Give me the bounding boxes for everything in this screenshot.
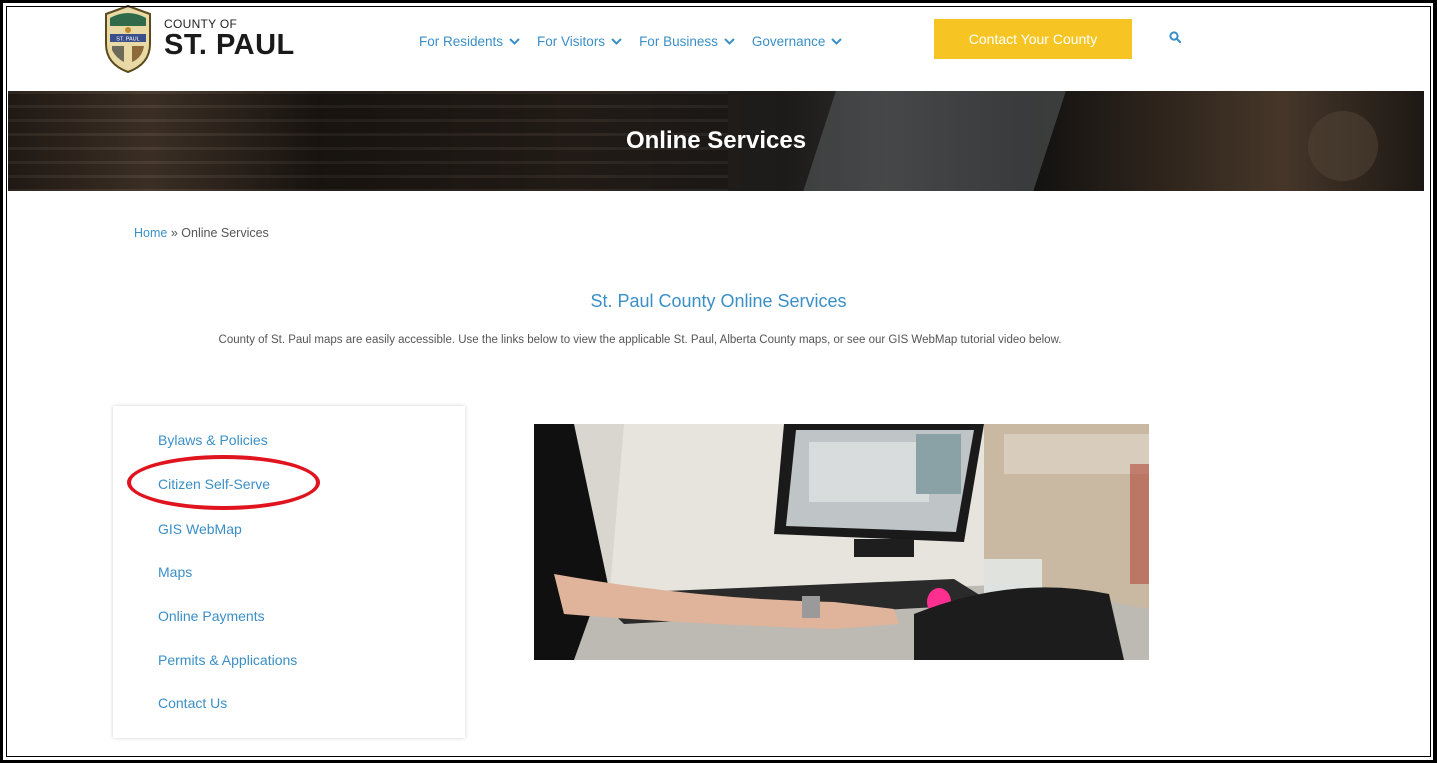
county-logo[interactable]: ST. PAUL COUNTY OF ST. PAUL [102, 3, 322, 75]
nav-label: For Business [639, 33, 718, 49]
nav-label: Governance [751, 33, 826, 49]
services-sidebar: Bylaws & Policies Citizen Self-Serve GIS… [113, 406, 465, 738]
breadcrumb-separator: » [170, 226, 178, 240]
breadcrumb-home-link[interactable]: Home [134, 226, 167, 240]
search-icon[interactable] [1169, 31, 1181, 43]
sidebar-link-bylaws-policies[interactable]: Bylaws & Policies [158, 432, 268, 448]
county-seal-icon: ST. PAUL [105, 4, 151, 74]
contact-your-county-button[interactable]: Contact Your County [934, 19, 1132, 59]
nav-for-business[interactable]: For Business [639, 34, 735, 49]
nav-label: For Visitors [537, 33, 606, 49]
logo-st-paul: ST. PAUL [164, 29, 295, 61]
chevron-down-icon [724, 37, 735, 45]
chevron-down-icon [831, 37, 843, 45]
breadcrumb-current: Online Services [181, 226, 269, 240]
site-header: ST. PAUL COUNTY OF ST. PAUL For Resident… [8, 3, 1424, 91]
office-photo-illustration [534, 424, 1149, 660]
sidebar-link-online-payments[interactable]: Online Payments [158, 608, 265, 624]
sidebar-link-maps[interactable]: Maps [158, 564, 192, 580]
nav-governance[interactable]: Governance [752, 34, 843, 49]
hero-banner: Online Services [8, 91, 1424, 191]
chevron-down-icon [509, 37, 520, 45]
intro-text: County of St. Paul maps are easily acces… [218, 334, 1062, 346]
section-heading: St. Paul County Online Services [590, 291, 847, 311]
sidebar-link-gis-webmap[interactable]: GIS WebMap [158, 521, 242, 537]
nav-label: For Residents [419, 33, 504, 49]
breadcrumb: Home » Online Services [134, 226, 269, 240]
page-title: Online Services [625, 127, 807, 154]
main-nav: For Residents For Visitors For Business … [419, 22, 859, 60]
nav-for-visitors[interactable]: For Visitors [537, 34, 622, 49]
chevron-down-icon [611, 37, 622, 45]
nav-for-residents[interactable]: For Residents [419, 34, 520, 49]
seal-label: ST. PAUL [116, 37, 139, 43]
highlight-circle [127, 455, 320, 510]
sidebar-link-contact-us[interactable]: Contact Us [158, 695, 227, 711]
sidebar-link-permits-applications[interactable]: Permits & Applications [158, 652, 297, 668]
office-photo [534, 424, 1149, 660]
